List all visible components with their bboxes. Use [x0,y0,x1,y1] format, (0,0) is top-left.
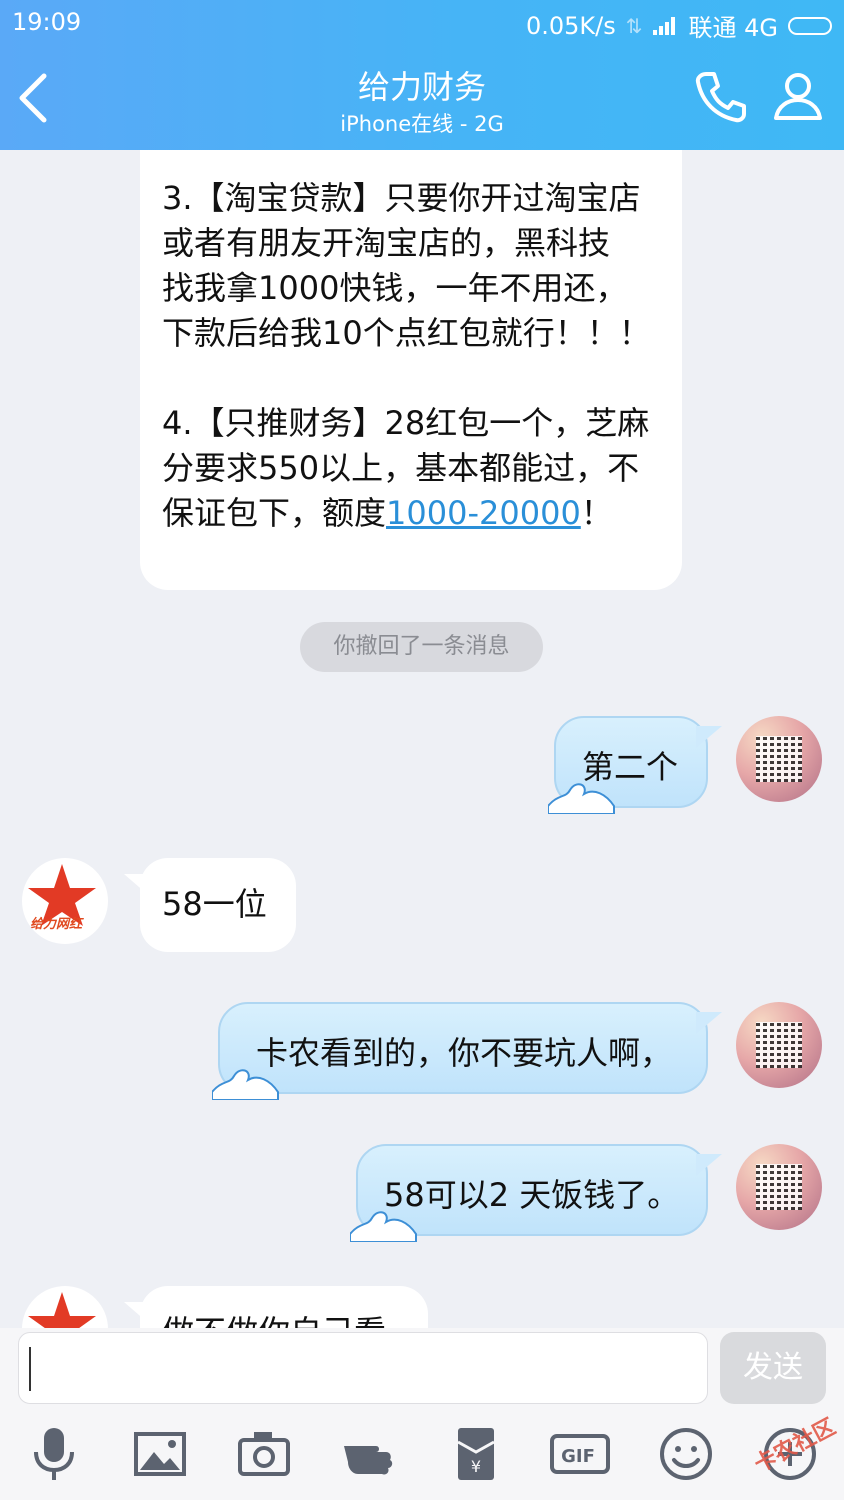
my-avatar[interactable] [736,1002,822,1088]
incoming-message[interactable]: 3.【淘宝贷款】只要你开过淘宝店 或者有朋友开淘宝店的，黑科技 找我拿1000快… [140,150,682,590]
amount-link[interactable]: 1000-20000 [386,494,581,532]
image-button[interactable] [130,1424,190,1484]
outgoing-message[interactable]: 58可以2 天饭钱了。 [350,1144,708,1242]
message-line: 保证包下，额度1000-20000！ [162,491,662,536]
text-caret [29,1347,31,1391]
voice-button[interactable] [24,1424,84,1484]
outgoing-message[interactable]: 卡农看到的，你不要坑人啊， [212,1002,708,1100]
signal-icon [652,16,679,35]
red-packet-icon: ¥ [457,1428,495,1480]
incoming-message[interactable]: 58一位 [140,858,296,952]
message-list[interactable]: 3.【淘宝贷款】只要你开过淘宝店 或者有朋友开淘宝店的，黑科技 找我拿1000快… [0,150,844,1328]
qr-code-icon [756,1164,802,1210]
incoming-message[interactable]: 做不做你自己看 [140,1286,428,1328]
gif-icon: GIF [550,1434,610,1474]
battery-icon [788,16,832,35]
message-line: 4.【只推财务】28红包一个，芝麻 [162,404,650,442]
message-line: 找我拿1000快钱，一年不用还， [162,269,628,307]
smiley-icon [660,1428,712,1480]
message-input[interactable] [18,1332,708,1404]
wave-decoration-icon [212,1069,279,1100]
recall-notice: 你撤回了一条消息 [300,622,543,672]
phone-icon [695,72,746,123]
emoji-button[interactable] [656,1424,716,1484]
carrier-label: 联通 4G [688,14,779,42]
wave-decoration-icon [548,783,615,814]
network-speed: 0.05K/s [525,11,616,40]
red-packet-button[interactable]: ¥ [446,1424,506,1484]
status-bar: 19:09 0.05K/s ⇅ 联通 4G [0,0,844,46]
input-bar: 发送 ¥ GIF 卡农社区 [0,1328,844,1500]
microphone-icon [34,1428,74,1480]
message-line: 分要求550以上，基本都能过，不 [162,449,640,487]
contact-avatar[interactable]: 给力网红 [22,858,108,944]
message-line: 下款后给我10个点红包就行！！！ [162,314,651,352]
contact-avatar[interactable] [22,1286,108,1328]
svg-text:¥: ¥ [471,1457,481,1476]
status-time: 19:09 [12,8,82,36]
camera-button[interactable] [234,1424,294,1484]
message-text: 保证包下，额度 [162,494,387,532]
person-icon [774,73,822,120]
outgoing-message[interactable]: 第二个 [548,716,708,814]
call-button[interactable] [692,68,750,126]
qr-code-icon [756,736,802,782]
pointing-hand-icon [344,1446,393,1475]
qr-code-icon [756,1022,802,1068]
message-text: 卡农看到的，你不要坑人啊， [256,1034,673,1072]
tool-row: ¥ GIF [0,1424,844,1494]
camera-icon [238,1432,290,1476]
wave-decoration-icon [350,1211,417,1242]
message-line: 3.【淘宝贷款】只要你开过淘宝店 [162,179,641,217]
my-avatar[interactable] [736,716,822,802]
message-text: ！ [580,494,613,532]
my-avatar[interactable] [736,1144,822,1230]
poke-button[interactable] [340,1424,400,1484]
status-right: 0.05K/s ⇅ 联通 4G [526,8,832,43]
message-text: 做不做你自己看 [162,1313,386,1328]
profile-button[interactable] [770,68,826,124]
data-arrows-icon: ⇅ [625,13,643,38]
message-text: 58可以2 天饭钱了。 [384,1176,680,1214]
gif-button[interactable]: GIF [550,1424,610,1484]
message-line: 或者有朋友开淘宝店的，黑科技 [162,224,611,262]
image-icon [134,1432,186,1476]
message-text: 58一位 [162,885,267,923]
avatar-caption: 给力网红 [30,917,83,932]
chat-header: 19:09 0.05K/s ⇅ 联通 4G 给力财务 iPhone在线 - 2G [0,0,844,150]
send-button[interactable]: 发送 [720,1332,826,1404]
gif-label: GIF [561,1446,595,1467]
red-star-logo-icon [28,1292,96,1328]
